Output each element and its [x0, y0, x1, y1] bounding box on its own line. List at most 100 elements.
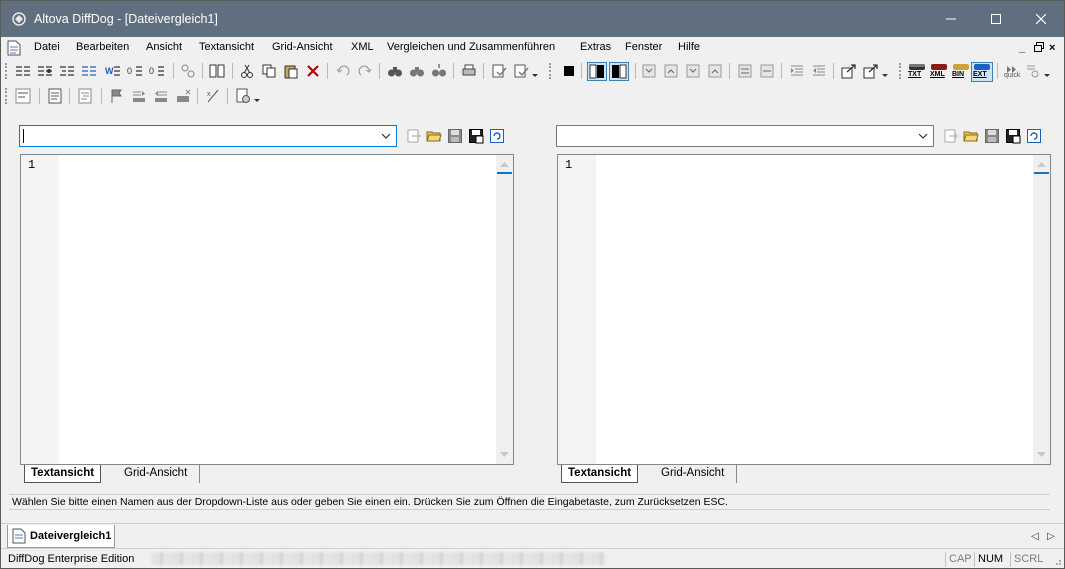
left-text-editor[interactable]: 1 — [20, 154, 514, 465]
stop-icon[interactable] — [561, 63, 577, 79]
delete-icon[interactable] — [305, 63, 321, 79]
document-tab-dateivergleich1[interactable]: Dateivergleich1 — [7, 525, 115, 548]
redo-icon[interactable] — [357, 63, 373, 79]
menu-extras[interactable]: Extras — [580, 41, 611, 53]
outdent-icon[interactable] — [811, 63, 827, 79]
left-vertical-scrollbar[interactable] — [496, 155, 513, 464]
save-as-icon[interactable] — [468, 128, 484, 144]
scroll-up-icon[interactable] — [1036, 160, 1047, 168]
paste-icon[interactable] — [283, 63, 299, 79]
toolbar-grip[interactable] — [5, 63, 7, 79]
menu-vergleichen[interactable]: Vergleichen und Zusammenführen — [387, 41, 555, 53]
first-difference-icon[interactable] — [641, 63, 657, 79]
menu-hilfe[interactable]: Hilfe — [678, 41, 700, 53]
save-as-icon[interactable] — [1005, 128, 1021, 144]
refresh-file-icon[interactable] — [489, 128, 505, 144]
indent-icon[interactable] — [789, 63, 805, 79]
scroll-down-icon[interactable] — [499, 451, 510, 459]
menu-xml[interactable]: XML — [351, 41, 374, 53]
bookmark-flag-icon[interactable] — [109, 88, 125, 104]
copy-to-left-icon[interactable] — [737, 63, 753, 79]
quick-compare-button[interactable]: quick — [1003, 63, 1023, 81]
comment-toggle-icon[interactable]: x — [205, 88, 221, 104]
mdi-restore-button[interactable] — [1034, 42, 1044, 55]
undo-icon[interactable] — [335, 63, 351, 79]
dropdown-arrow-icon[interactable] — [1043, 63, 1051, 79]
compare-files-icon[interactable] — [209, 63, 225, 79]
check-document-icon[interactable] — [491, 63, 507, 79]
menu-grid-ansicht[interactable]: Grid-Ansicht — [272, 41, 333, 53]
right-tab-textansicht[interactable]: Textansicht — [561, 465, 639, 483]
show-differences-icon[interactable] — [587, 62, 607, 81]
xml-mode-button[interactable]: XML — [929, 63, 949, 81]
export-differences-icon[interactable] — [841, 63, 857, 79]
maximize-button[interactable] — [973, 1, 1019, 37]
show-merge-icon[interactable] — [609, 62, 629, 81]
replace-icon[interactable] — [431, 63, 447, 79]
mdi-minimize-button[interactable]: _ — [1019, 42, 1025, 54]
find-icon[interactable] — [387, 63, 403, 79]
scroll-down-icon[interactable] — [1036, 451, 1047, 459]
compare-settings-icon[interactable] — [1025, 63, 1041, 79]
open-folder-icon[interactable] — [426, 128, 442, 144]
xml-settings-icon[interactable] — [235, 88, 251, 104]
ignore-blank-lines-icon[interactable] — [81, 63, 97, 79]
recent-file-icon[interactable] — [406, 128, 422, 144]
last-difference-icon[interactable] — [707, 63, 723, 79]
binary-mode-button[interactable]: BIN — [951, 63, 971, 81]
left-tab-textansicht[interactable]: Textansicht — [24, 465, 102, 483]
compare-lines-icon[interactable] — [15, 63, 31, 79]
extension-mode-button[interactable]: EXT — [971, 62, 993, 82]
dropdown-arrow-icon[interactable] — [531, 63, 539, 79]
right-path-combobox[interactable] — [556, 125, 934, 147]
export-options-icon[interactable] — [863, 63, 879, 79]
open-folder-icon[interactable] — [963, 128, 979, 144]
menu-textansicht[interactable]: Textansicht — [199, 41, 254, 53]
ignore-case-icon[interactable] — [37, 63, 53, 79]
previous-difference-icon[interactable] — [663, 63, 679, 79]
pretty-print-icon[interactable] — [77, 88, 93, 104]
right-text-editor[interactable]: 1 — [557, 154, 1051, 465]
toolbar-grip[interactable] — [899, 63, 901, 79]
chevron-down-icon[interactable] — [380, 130, 392, 142]
word-wrap-icon[interactable] — [15, 88, 31, 104]
document-system-icon[interactable] — [7, 40, 21, 56]
chevron-down-icon[interactable] — [917, 130, 929, 142]
next-difference-icon[interactable] — [685, 63, 701, 79]
menu-datei[interactable]: Datei — [34, 41, 60, 53]
ignore-whitespace-icon[interactable] — [59, 63, 75, 79]
dropdown-arrow-icon[interactable] — [253, 88, 261, 104]
diffdog-app-icon[interactable] — [11, 11, 27, 27]
close-button[interactable] — [1018, 1, 1064, 37]
save-icon[interactable] — [447, 128, 463, 144]
text-document-icon[interactable] — [47, 88, 63, 104]
tab-scroll-right-icon[interactable]: ▷ — [1047, 531, 1055, 542]
recent-file-icon[interactable] — [943, 128, 959, 144]
dropdown-arrow-icon[interactable] — [881, 63, 889, 79]
clear-bookmarks-icon[interactable] — [175, 88, 191, 104]
copy-icon[interactable] — [261, 63, 277, 79]
refresh-file-icon[interactable] — [1026, 128, 1042, 144]
previous-bookmark-icon[interactable] — [153, 88, 169, 104]
left-path-combobox[interactable] — [19, 125, 397, 147]
minimize-button[interactable] — [928, 1, 974, 37]
menu-bearbeiten[interactable]: Bearbeiten — [76, 41, 129, 53]
right-tab-grid-ansicht[interactable]: Grid-Ansicht — [649, 465, 738, 483]
next-bookmark-icon[interactable] — [131, 88, 147, 104]
scroll-up-icon[interactable] — [499, 160, 510, 168]
menu-ansicht[interactable]: Ansicht — [146, 41, 182, 53]
tab-scroll-left-icon[interactable]: ◁ — [1031, 531, 1039, 542]
copy-to-right-icon[interactable] — [759, 63, 775, 79]
option-compare-a-icon[interactable]: 0 — [127, 63, 143, 79]
right-vertical-scrollbar[interactable] — [1033, 155, 1050, 464]
option-compare-b-icon[interactable]: 0 — [149, 63, 165, 79]
mdi-close-button[interactable]: × — [1049, 42, 1055, 54]
find-next-icon[interactable] — [409, 63, 425, 79]
save-icon[interactable] — [984, 128, 1000, 144]
validate-document-icon[interactable] — [513, 63, 529, 79]
resize-grip-icon[interactable] — [1052, 556, 1062, 566]
text-mode-button[interactable]: TXT — [907, 63, 927, 81]
left-tab-grid-ansicht[interactable]: Grid-Ansicht — [112, 465, 201, 483]
toolbar-grip[interactable] — [5, 88, 7, 104]
print-icon[interactable] — [461, 63, 477, 79]
